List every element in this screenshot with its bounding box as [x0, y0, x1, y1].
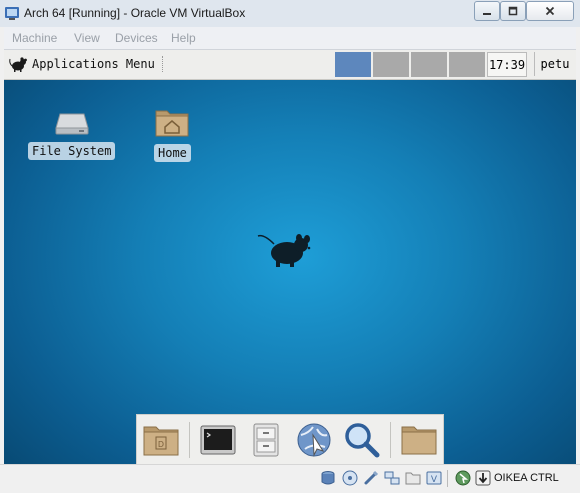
svg-text:V: V [431, 475, 438, 485]
dock: D [136, 414, 444, 464]
mouse-integration-icon[interactable] [455, 470, 471, 486]
folder-icon [401, 426, 437, 455]
applications-menu-label: Applications Menu [32, 57, 155, 71]
panel-user-name[interactable]: petu [534, 52, 575, 76]
panel-separator [162, 56, 166, 72]
dock-item-web-browser[interactable] [290, 416, 338, 464]
file-manager-icon: D [143, 426, 179, 456]
workspace-4[interactable] [449, 52, 487, 77]
status-separator [447, 470, 448, 487]
panel-clock[interactable]: 17:39 [487, 52, 527, 77]
maximize-button[interactable] [500, 1, 526, 21]
dock-item-search[interactable] [338, 416, 386, 464]
menu-view[interactable]: View [74, 31, 100, 45]
virtualbox-icon [5, 7, 19, 20]
menu-devices[interactable]: Devices [115, 31, 158, 45]
minimize-button[interactable] [474, 1, 500, 21]
optical-drive-icon[interactable] [342, 470, 358, 486]
video-capture-icon[interactable]: V [426, 470, 442, 486]
menu-bar: Machine View Devices Help [4, 27, 576, 50]
desktop-icon-file-system[interactable]: File System [28, 110, 116, 160]
search-icon [345, 423, 380, 458]
shared-folders-icon[interactable] [405, 470, 421, 486]
host-key-label: OIKEA CTRL [494, 472, 559, 484]
workspace-1[interactable] [335, 52, 373, 77]
home-folder-icon [155, 110, 189, 137]
file-cabinet-icon [253, 423, 279, 457]
close-icon [545, 6, 555, 16]
dock-item-folder[interactable] [395, 416, 443, 464]
terminal-icon [200, 425, 236, 455]
desktop-icon-label: Home [154, 144, 191, 162]
dock-item-file-cabinet[interactable] [242, 416, 290, 464]
svg-text:D: D [158, 440, 164, 449]
dock-item-terminal[interactable] [194, 416, 242, 464]
web-browser-icon [297, 423, 331, 457]
dock-separator [189, 422, 190, 458]
desktop-icon-label: File System [28, 142, 116, 160]
close-button[interactable] [526, 1, 574, 21]
window-title: Arch 64 [Running] - Oracle VM VirtualBox [24, 6, 246, 20]
maximize-icon [508, 6, 518, 16]
workspace-3[interactable] [411, 52, 449, 77]
drive-icon [55, 113, 89, 135]
applications-menu-button[interactable]: Applications Menu [8, 53, 155, 75]
desktop-icon-home[interactable]: Home [154, 106, 191, 162]
usb-icon[interactable] [363, 470, 379, 486]
dock-separator [390, 422, 391, 458]
menu-help[interactable]: Help [171, 31, 196, 45]
menu-machine[interactable]: Machine [12, 31, 57, 45]
xfce-mouse-icon [9, 57, 27, 72]
keyboard-capture-icon[interactable] [475, 470, 491, 486]
minimize-icon [483, 13, 491, 15]
xfce-panel: Applications Menu 17:39 petu [4, 50, 576, 80]
window-title-bar[interactable]: Arch 64 [Running] - Oracle VM VirtualBox [0, 0, 580, 27]
network-icon[interactable] [384, 470, 400, 486]
status-bar: V OIKEA CTRL [0, 464, 580, 493]
workspace-2[interactable] [373, 52, 411, 77]
dock-item-file-manager[interactable]: D [137, 416, 185, 464]
hard-disk-icon[interactable] [320, 470, 336, 486]
vm-display[interactable]: Applications Menu 17:39 petu File System… [4, 50, 576, 464]
xfce-logo [257, 234, 311, 267]
